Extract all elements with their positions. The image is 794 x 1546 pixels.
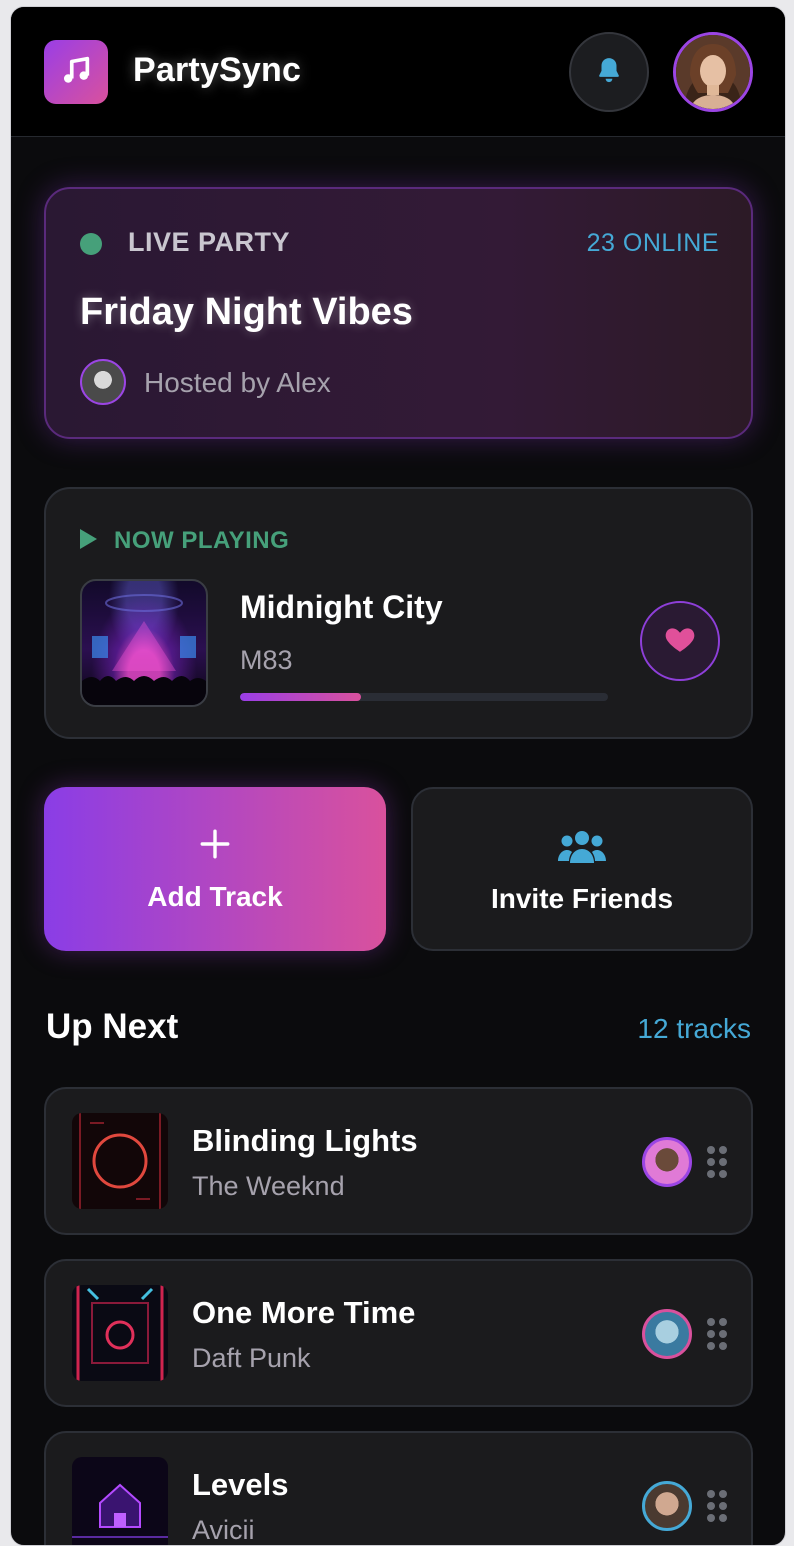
added-by-avatar xyxy=(642,1309,692,1359)
added-by-avatar xyxy=(642,1481,692,1531)
invite-friends-label: Invite Friends xyxy=(490,883,674,914)
concert-image xyxy=(82,594,206,705)
profile-avatar[interactable] xyxy=(673,32,753,112)
app-title: PartySync xyxy=(133,51,302,89)
top-bar: PartySync xyxy=(11,7,785,137)
plus-icon xyxy=(44,827,386,861)
track-art xyxy=(72,1457,168,1545)
host-text: Hosted by Alex xyxy=(144,367,331,398)
queue-item[interactable]: Levels Avicii xyxy=(44,1431,753,1545)
album-art xyxy=(80,579,208,707)
track-artist: Daft Punk xyxy=(192,1343,311,1373)
added-by-avatar xyxy=(642,1137,692,1187)
now-playing-artist: M83 xyxy=(240,645,293,675)
app-logo xyxy=(44,40,108,104)
heart-icon xyxy=(663,622,697,661)
track-artist: Avicii xyxy=(192,1515,255,1545)
playback-progress-bar[interactable] xyxy=(240,693,608,701)
now-playing-card: NOW PLAYING Midnight City M83 xyxy=(44,487,753,739)
track-title: One More Time xyxy=(192,1295,416,1330)
track-title: Blinding Lights xyxy=(192,1123,418,1158)
bell-icon xyxy=(594,55,624,90)
live-party-card[interactable]: LIVE PARTY 23 ONLINE Friday Night Vibes … xyxy=(44,187,753,439)
live-status-dot xyxy=(80,233,102,255)
add-track-label: Add Track xyxy=(147,881,283,912)
add-track-button[interactable]: Add Track xyxy=(44,787,386,951)
now-playing-title: Midnight City xyxy=(240,589,443,625)
track-art xyxy=(72,1113,168,1209)
up-next-count[interactable]: 12 tracks xyxy=(637,1013,751,1045)
drag-handle-icon[interactable] xyxy=(706,1317,728,1351)
host-avatar xyxy=(80,359,126,405)
app-screen: PartySync LIVE PARTY 23 ONLINE Friday Ni… xyxy=(10,6,786,1546)
users-icon xyxy=(413,829,751,865)
now-playing-label: NOW PLAYING xyxy=(114,527,290,554)
up-next-heading: Up Next xyxy=(46,1007,179,1046)
track-art xyxy=(72,1285,168,1381)
playback-progress-fill xyxy=(240,693,362,701)
like-button[interactable] xyxy=(640,601,720,681)
notifications-button[interactable] xyxy=(569,32,649,112)
track-title: Levels xyxy=(192,1467,289,1502)
play-icon xyxy=(80,529,97,549)
drag-handle-icon[interactable] xyxy=(706,1145,728,1179)
invite-friends-button[interactable]: Invite Friends xyxy=(411,787,753,951)
party-name: Friday Night Vibes xyxy=(80,291,413,333)
track-artist: The Weeknd xyxy=(192,1171,345,1201)
drag-handle-icon[interactable] xyxy=(706,1489,728,1523)
online-count: 23 ONLINE xyxy=(586,229,719,257)
avatar-portrait xyxy=(676,35,750,109)
queue-item[interactable]: One More Time Daft Punk xyxy=(44,1259,753,1407)
live-party-label: LIVE PARTY xyxy=(128,227,291,257)
queue-item[interactable]: Blinding Lights The Weeknd xyxy=(44,1087,753,1235)
music-note-icon xyxy=(59,53,93,92)
